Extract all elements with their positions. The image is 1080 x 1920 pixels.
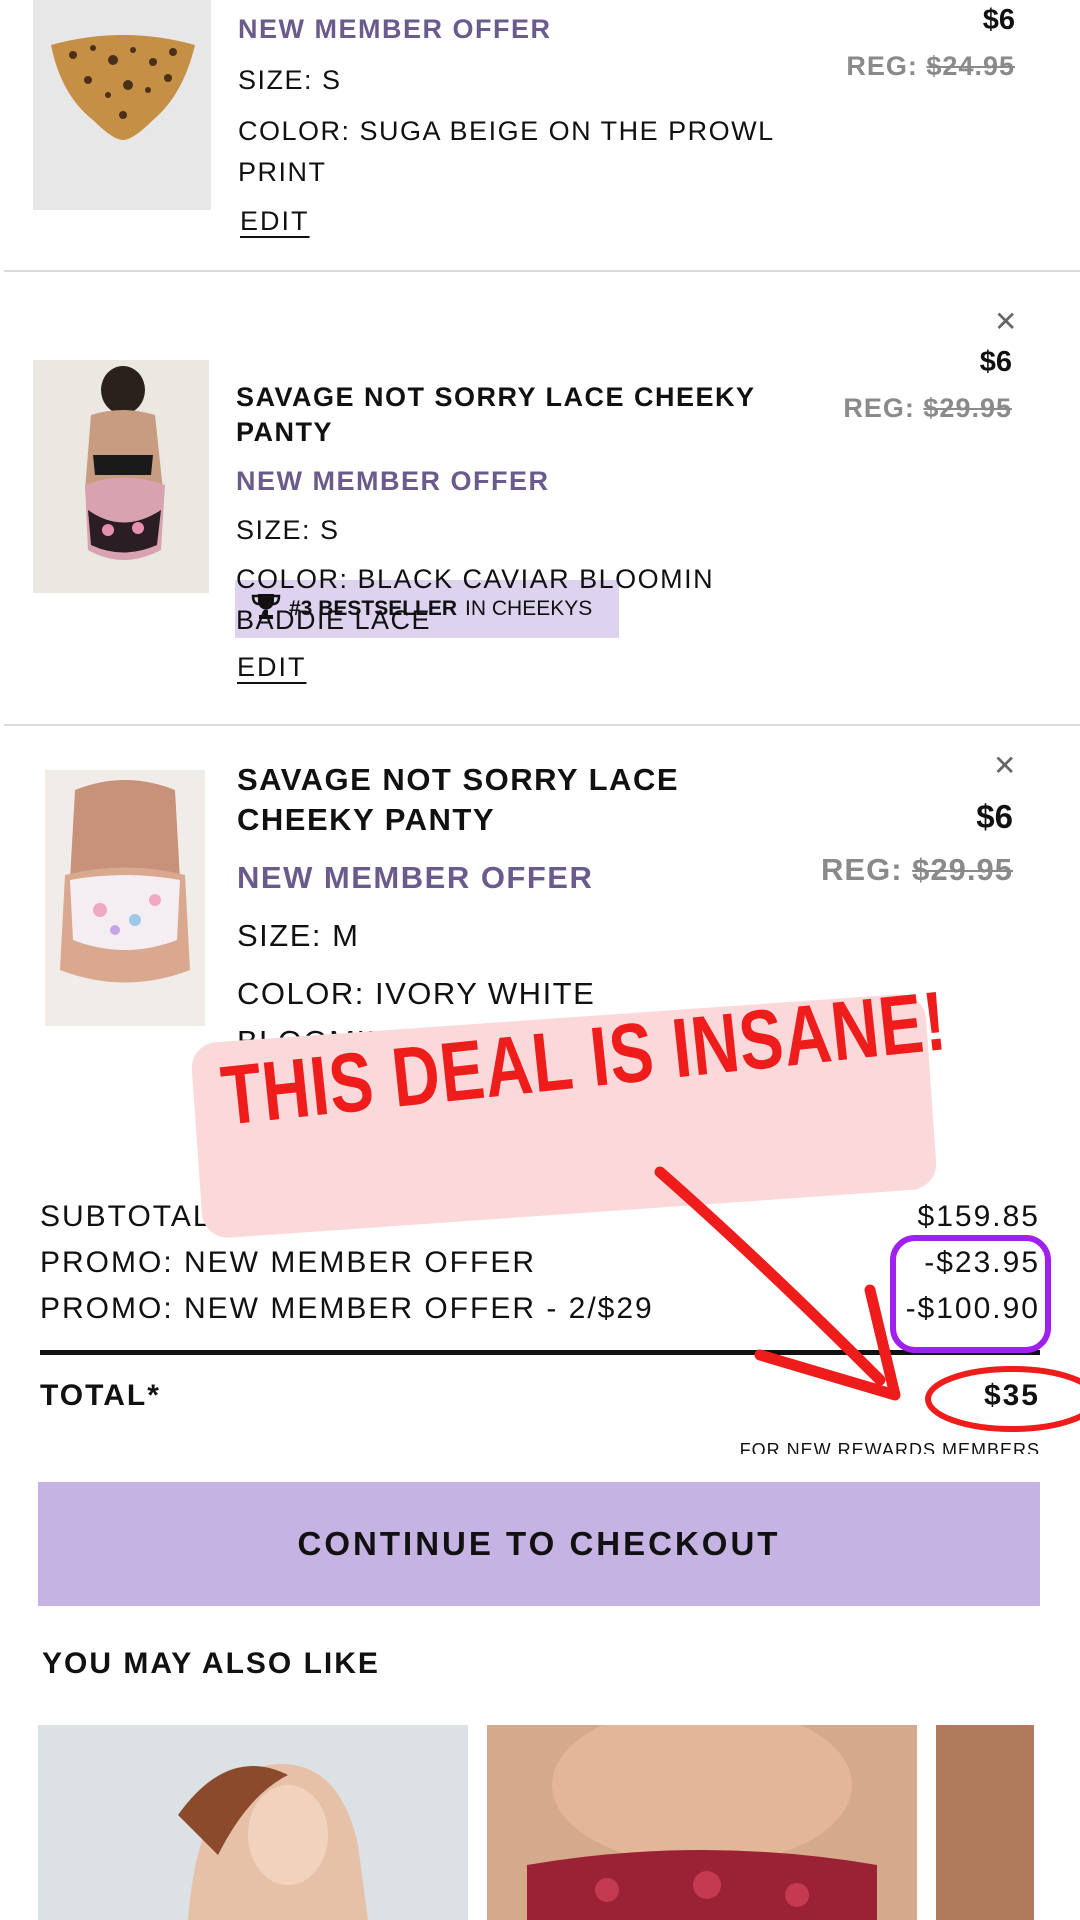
total-label: TOTAL* [40,1379,161,1412]
recommendations-title: YOU MAY ALSO LIKE [42,1647,380,1680]
product-image[interactable] [33,0,211,210]
close-icon[interactable]: ✕ [994,308,1017,336]
size-label: SIZE: S [238,65,342,95]
promo-value: -$100.90 [905,1292,1040,1325]
promo-label: PROMO: NEW MEMBER OFFER [40,1246,536,1279]
promo-label: PROMO: NEW MEMBER OFFER - 2/$29 [40,1292,654,1325]
price-block: $6 REG: $29.95 [843,346,1012,424]
sale-price: $6 [979,346,1012,378]
color-label: COLOR: SUGA BEIGE ON THE PROWL [238,116,775,146]
continue-to-checkout-button[interactable]: CONTINUE TO CHECKOUT [38,1482,1040,1606]
summary-divider [40,1350,1040,1355]
recommendation-card[interactable] [38,1725,468,1920]
price-block: $6 REG: $29.95 [821,798,1013,888]
regular-price: REG: $29.95 [821,852,1013,887]
size-label: SIZE: M [237,918,360,953]
sale-price: $6 [982,4,1015,36]
offer-label: NEW MEMBER OFFER [238,14,552,44]
product-name: SAVAGE NOT SORRY LACE CHEEKY [236,382,756,412]
promo-value: -$23.95 [924,1246,1040,1279]
edit-link[interactable]: EDIT [237,652,307,683]
recommendation-card[interactable] [487,1725,917,1920]
product-name: SAVAGE NOT SORRY LACE [237,762,680,797]
product-image[interactable] [33,360,209,593]
cart-item: ✕ #3 BESTSELLER IN CHEEKYS SAVAGE NOT SO… [0,272,1080,724]
color-label-cont: PRINT [238,157,327,187]
price-block: $6 REG: $24.95 [846,4,1015,82]
regular-price: REG: $29.95 [843,393,1012,423]
close-icon[interactable]: ✕ [993,752,1016,780]
total-value: $35 [983,1379,1040,1412]
offer-label: NEW MEMBER OFFER [237,860,594,895]
promo-row: PROMO: NEW MEMBER OFFER - 2/$29 -$100.90 [40,1292,1040,1326]
regular-price-value: $24.95 [926,51,1015,81]
total-row: TOTAL* $35 [40,1379,1040,1413]
item-info: NEW MEMBER OFFER SIZE: S COLOR: SUGA BEI… [238,14,798,188]
color-label-cont: BADDIE LACE [236,605,432,635]
size-label: SIZE: S [236,515,340,545]
regular-price-value: $29.95 [923,393,1012,423]
product-image[interactable] [45,770,205,1026]
subtotal-label: SUBTOTAL [40,1200,212,1233]
cart-item: NEW MEMBER OFFER SIZE: S COLOR: SUGA BEI… [0,0,1080,270]
rewards-note: FOR NEW REWARDS MEMBERS [739,1440,1040,1454]
regular-price: REG: $24.95 [846,51,1015,81]
item-info: SAVAGE NOT SORRY LACE CHEEKY PANTY NEW M… [236,382,796,636]
promo-row: PROMO: NEW MEMBER OFFER -$23.95 [40,1246,1040,1280]
subtotal-value: $159.85 [917,1200,1040,1233]
product-name-cont: PANTY [236,417,334,447]
edit-link[interactable]: EDIT [240,206,310,237]
regular-price-value: $29.95 [912,852,1013,887]
color-label: COLOR: BLACK CAVIAR BLOOMIN [236,564,715,594]
recommendation-card[interactable] [936,1725,1034,1920]
offer-label: NEW MEMBER OFFER [236,466,550,496]
product-name-cont: CHEEKY PANTY [237,802,496,837]
sale-price: $6 [976,798,1013,835]
